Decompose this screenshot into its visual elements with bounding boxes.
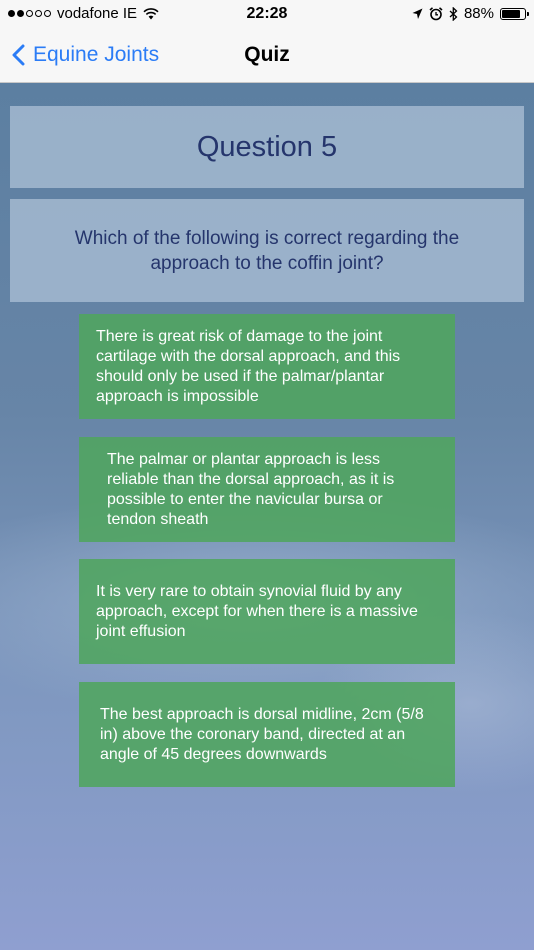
battery-fill — [502, 9, 520, 18]
location-arrow-icon — [412, 8, 423, 19]
answer-text: There is great risk of damage to the joi… — [96, 327, 401, 405]
battery-cap — [527, 11, 529, 16]
navigation-bar: Equine Joints Quiz — [0, 28, 534, 83]
quiz-content: Question 5 Which of the following is cor… — [0, 83, 534, 950]
answer-option-3[interactable]: It is very rare to obtain synovial fluid… — [79, 559, 455, 664]
battery-percent: 88% — [463, 5, 494, 22]
answer-text: The palmar or plantar approach is less r… — [107, 450, 395, 528]
answer-option-1[interactable]: There is great risk of damage to the joi… — [79, 314, 455, 419]
bluetooth-icon — [449, 6, 458, 21]
question-text: Which of the following is correct regard… — [10, 199, 524, 302]
status-right: 88% — [412, 5, 529, 22]
answer-option-4[interactable]: The best approach is dorsal midline, 2cm… — [79, 682, 455, 787]
status-bar: vodafone IE 22:28 88% — [0, 0, 534, 28]
answer-option-2[interactable]: The palmar or plantar approach is less r… — [79, 437, 455, 542]
alarm-clock-icon — [429, 6, 443, 20]
answer-text: The best approach is dorsal midline, 2cm… — [100, 705, 424, 763]
question-number: Question 5 — [10, 106, 524, 188]
answer-text: It is very rare to obtain synovial fluid… — [96, 582, 418, 640]
page-title: Quiz — [244, 43, 290, 66]
battery-icon — [500, 7, 529, 20]
question-text-label: Which of the following is correct regard… — [74, 227, 460, 274]
